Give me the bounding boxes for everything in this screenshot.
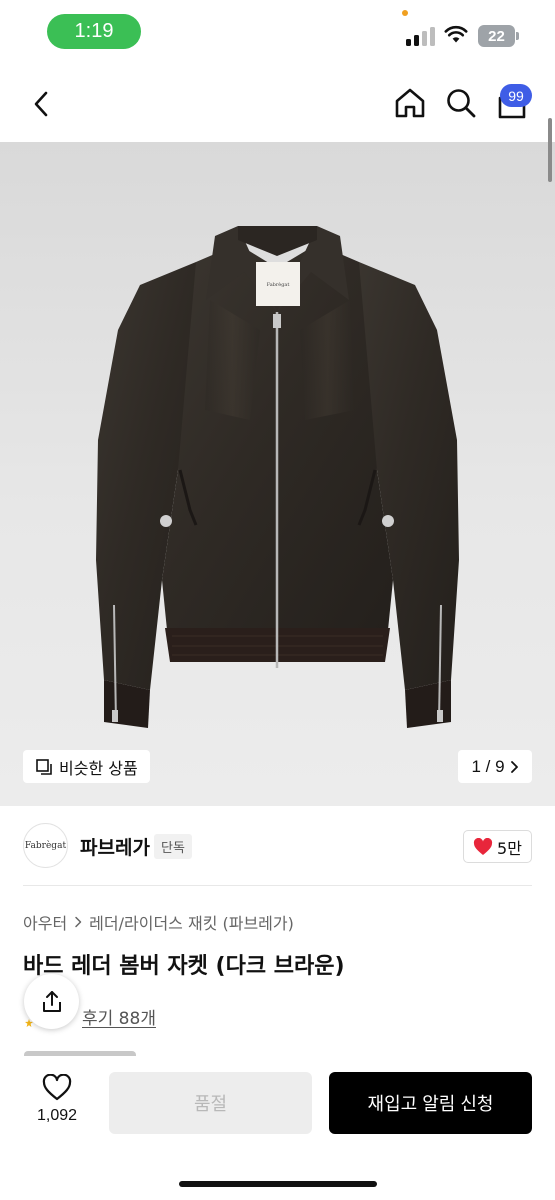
status-bar: 1:19 22	[0, 0, 555, 66]
exclusive-badge: 단독	[154, 834, 192, 859]
wishlist-count: 1,092	[36, 1107, 78, 1124]
section-divider	[23, 885, 532, 886]
product-title: 바드 레더 봄버 자켓 (다크 브라운)	[23, 954, 345, 979]
battery-level: 22	[488, 27, 505, 45]
similar-products-button[interactable]: 비슷한 상품	[23, 750, 150, 783]
bottom-action-bar: 1,092 품절 재입고 알림 신청	[0, 1056, 555, 1200]
brand-like-button[interactable]: 5만	[463, 830, 532, 863]
soldout-button[interactable]: 품절	[109, 1072, 312, 1134]
heart-outline-icon	[42, 1074, 72, 1101]
page-scrollbar[interactable]	[548, 118, 552, 182]
similar-products-label: 비슷한 상품	[59, 758, 138, 778]
product-image-carousel[interactable]: Fabrègat	[0, 142, 555, 806]
copy-icon	[36, 758, 52, 775]
cart-count-badge: 99	[500, 84, 532, 107]
chevron-right-icon	[75, 916, 82, 928]
heart-filled-icon	[473, 837, 493, 855]
search-icon	[447, 89, 476, 118]
share-icon	[42, 990, 61, 1012]
image-page-indicator[interactable]: 1 / 9	[458, 750, 532, 783]
search-button[interactable]	[440, 82, 482, 124]
image-page-counter: 1 / 9	[471, 756, 505, 776]
home-icon	[395, 88, 425, 118]
home-button[interactable]	[390, 82, 430, 124]
breadcrumb-item-outer[interactable]: 아우터	[23, 910, 67, 934]
breadcrumb-item-category[interactable]: 레더/라이더스 재킷 (파브레가)	[89, 910, 294, 934]
top-navigation	[0, 66, 555, 142]
brand-logo[interactable]: Fabrègat	[23, 823, 68, 868]
garment-label-text: Fabrègat	[267, 281, 290, 288]
privacy-indicator-icon	[402, 10, 408, 16]
cellular-signal-icon	[406, 26, 436, 46]
chevron-right-icon	[510, 760, 518, 773]
brand-like-count: 5만	[497, 838, 522, 858]
brand-name-link[interactable]: 파브레가	[80, 833, 150, 860]
battery-icon: 22	[478, 25, 519, 47]
status-time: 1:19	[47, 14, 141, 49]
share-button[interactable]	[24, 974, 79, 1029]
brand-row: Fabrègat 파브레가 단독 5만	[0, 806, 555, 886]
wifi-icon	[444, 25, 468, 43]
chevron-left-icon	[34, 91, 48, 117]
product-photo-jacket: Fabrègat	[96, 226, 459, 728]
review-count-link[interactable]: 후기 88개	[82, 1004, 156, 1029]
brand-logo-text: Fabrègat	[24, 840, 67, 851]
restock-alert-button[interactable]: 재입고 알림 신청	[329, 1072, 532, 1134]
home-indicator-bar[interactable]	[179, 1181, 377, 1187]
back-button[interactable]	[22, 84, 62, 124]
category-breadcrumb: 아우터 레더/라이더스 재킷 (파브레가)	[23, 910, 294, 934]
wishlist-button[interactable]: 1,092	[28, 1074, 86, 1136]
